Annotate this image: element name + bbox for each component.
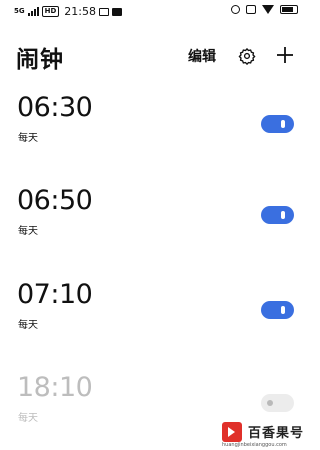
status-right (231, 5, 298, 14)
alarm-repeat: 每天 (18, 226, 38, 237)
alarm-repeat: 每天 (18, 133, 38, 144)
watermark: 百香果号 huangjinbeixianggou.com (218, 420, 312, 450)
network-type: 5G (14, 7, 25, 15)
alarm-toggle[interactable] (261, 301, 294, 319)
watermark-logo-icon (222, 422, 242, 442)
app-notification-icon (112, 7, 122, 16)
alarm-time: 07:10 (17, 279, 93, 310)
vibrate-icon (246, 5, 256, 14)
watermark-title: 百香果号 (248, 426, 305, 441)
watermark-url: huangjinbeixianggou.com (222, 442, 287, 448)
battery-icon (280, 5, 298, 14)
hd-icon: HD (41, 6, 60, 17)
wifi-icon (262, 5, 274, 14)
signal-icon (27, 7, 39, 16)
alarm-toggle[interactable] (261, 206, 294, 224)
alarm-time: 18:10 (17, 372, 93, 403)
alarm-toggle[interactable] (261, 394, 294, 412)
edit-button[interactable]: 编辑 (188, 46, 216, 66)
alarm-repeat: 每天 (18, 413, 38, 424)
alarm-time: 06:50 (17, 185, 93, 216)
notification-icon (99, 7, 109, 16)
status-bar: 5G HD 21:58 (0, 0, 312, 24)
plus-icon[interactable] (275, 45, 295, 65)
gear-icon[interactable] (238, 47, 256, 65)
alarm-status-icon (231, 5, 240, 14)
alarm-item[interactable]: 06:30 每天 (0, 93, 312, 163)
alarm-item[interactable]: 07:10 每天 (0, 280, 312, 350)
alarm-toggle[interactable] (261, 115, 294, 133)
alarm-repeat: 每天 (18, 320, 38, 331)
toggle-knob (267, 400, 273, 406)
toggle-knob (281, 211, 285, 219)
status-left: 5G HD 21:58 (14, 5, 122, 18)
status-time: 21:58 (64, 5, 96, 18)
toggle-knob (281, 306, 285, 314)
alarm-time: 06:30 (17, 92, 93, 123)
toggle-knob (281, 120, 285, 128)
alarm-item[interactable]: 06:50 每天 (0, 186, 312, 256)
page-title: 闹钟 (16, 47, 64, 73)
